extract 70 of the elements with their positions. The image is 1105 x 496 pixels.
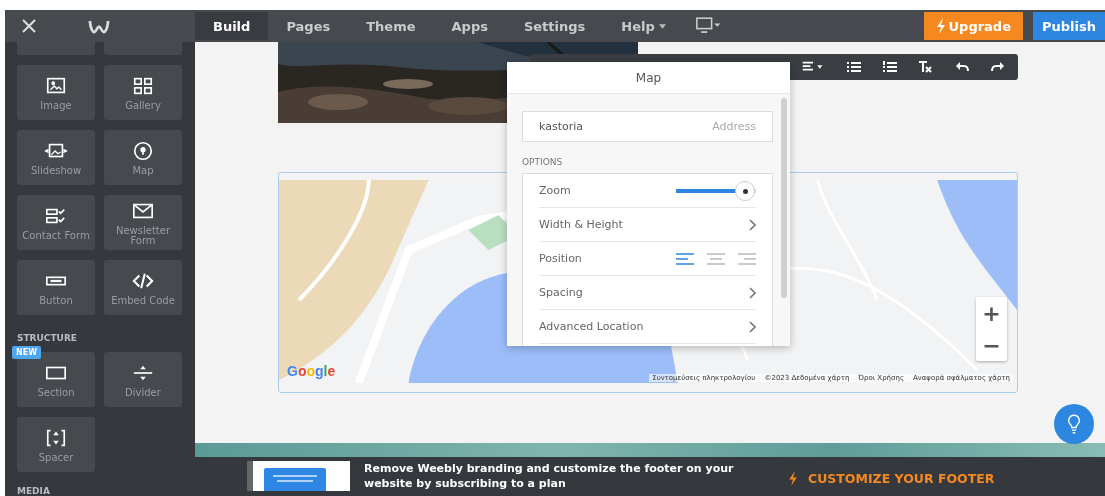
element-tile[interactable]: Newsletter Form: [104, 195, 182, 250]
element-tile[interactable]: Button: [17, 260, 95, 315]
close-icon[interactable]: [22, 19, 36, 33]
option-row[interactable]: Width & Height: [539, 208, 756, 242]
align-dropdown[interactable]: [801, 61, 825, 73]
option-row[interactable]: Advanced Location: [539, 310, 756, 344]
numbered-list-icon[interactable]: [883, 61, 897, 73]
monitor-icon[interactable]: [695, 17, 722, 35]
lightning-icon: [935, 18, 946, 34]
element-tile[interactable]: Contact Form: [17, 195, 95, 250]
element-tile[interactable]: Map: [104, 130, 182, 185]
option-label: Advanced Location: [539, 320, 644, 333]
lightning-icon: [788, 471, 798, 486]
zoom-in-button[interactable]: +: [976, 297, 1007, 329]
nav-tab[interactable]: Settings: [505, 12, 604, 40]
redo-icon[interactable]: [991, 61, 1005, 73]
new-badge: NEW: [12, 346, 41, 359]
option-label: Width & Height: [539, 218, 623, 231]
tile-label: Slideshow: [30, 165, 82, 176]
tile-label: Contact Form: [22, 230, 90, 241]
customize-footer-link[interactable]: CUSTOMIZE YOUR FOOTER: [788, 471, 995, 486]
undo-icon[interactable]: [955, 61, 969, 73]
location-pin-icon: [131, 139, 155, 162]
tips-button[interactable]: [1054, 404, 1094, 444]
nav-tab[interactable]: Theme: [348, 12, 434, 40]
options-heading: OPTIONS: [522, 157, 564, 167]
option-label: Zoom: [539, 184, 571, 197]
publish-button[interactable]: Publish: [1033, 12, 1105, 40]
footer-thumbnail-icon: [247, 461, 350, 491]
option-label: Position: [539, 252, 582, 265]
section-heading: MEDIA: [17, 486, 51, 496]
tile-label: Gallery: [125, 100, 161, 111]
bulleted-list-icon[interactable]: [847, 61, 861, 73]
section-heading: STRUCTURE: [17, 333, 78, 343]
field-label: Address: [712, 120, 756, 133]
clear-format-icon[interactable]: [919, 61, 933, 73]
chevron-right-icon: [749, 286, 756, 299]
panel-title: Map: [507, 62, 790, 94]
footer-message: Remove Weebly branding and customize the footer on your website by subscribing to a plan: [364, 461, 735, 491]
address-value: kastoria: [539, 120, 583, 133]
zoom-out-button[interactable]: −: [976, 329, 1007, 361]
chevron-right-icon: [749, 320, 756, 333]
lightbulb-icon: [1067, 414, 1081, 434]
tile-label: Embed Code: [111, 295, 175, 306]
google-logo: Google: [287, 363, 336, 379]
element-tile[interactable]: Embed Code: [104, 260, 182, 315]
menu-button[interactable]: Help: [603, 12, 684, 40]
element-tile[interactable]: Slideshow: [17, 130, 95, 185]
tile-label: Section: [37, 387, 75, 398]
address-field[interactable]: kastoria Address: [522, 111, 773, 142]
tile-label: Divider: [125, 387, 161, 398]
nav-tab[interactable]: Pages: [268, 12, 349, 40]
slider-thumb[interactable]: [735, 180, 756, 201]
tile-label: Image: [40, 100, 72, 111]
element-tile[interactable]: Spacer: [17, 417, 95, 472]
element-tile[interactable]: Divider: [104, 352, 182, 407]
element-tile[interactable]: Gallery: [104, 65, 182, 120]
tile-label: Newsletter Form: [114, 225, 172, 246]
element-tile[interactable]: Image: [17, 65, 95, 120]
nav-tab[interactable]: Build: [195, 12, 269, 40]
caret-icon: [658, 23, 666, 29]
option-label: Spacing: [539, 286, 583, 299]
align-icon[interactable]: [676, 252, 694, 265]
scrollbar-thumb[interactable]: [781, 98, 787, 298]
tile-label: Map: [132, 165, 154, 176]
tile-label: Button: [39, 295, 73, 306]
option-row[interactable]: Spacing: [539, 276, 756, 310]
nav-tab[interactable]: Apps: [433, 12, 506, 40]
chevron-right-icon: [749, 218, 756, 231]
tile-label: Spacer: [38, 452, 74, 463]
